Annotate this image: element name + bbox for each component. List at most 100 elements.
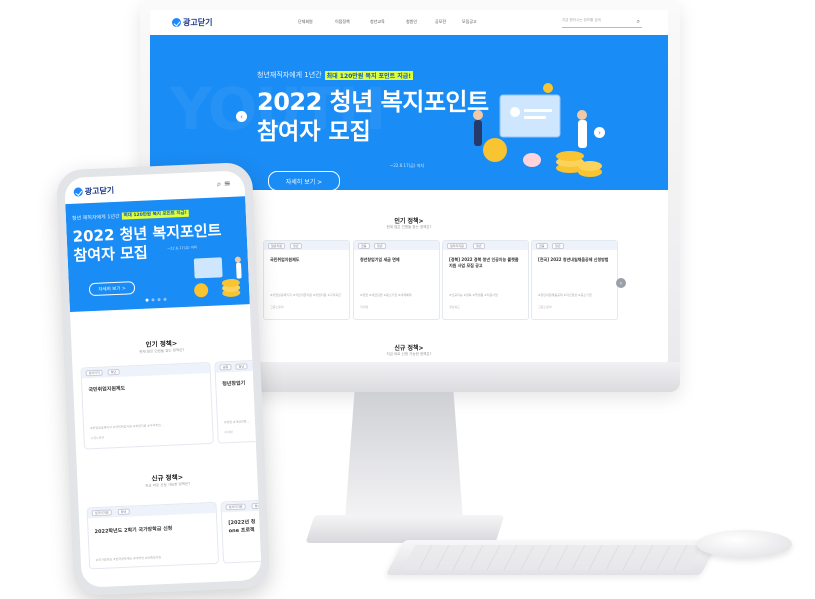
board-dot — [510, 107, 520, 117]
carousel-dot[interactable] — [157, 298, 161, 302]
keyboard — [385, 540, 720, 575]
card-title: [경북] 2022 경북 청년 인공지능 플랫폼 지원 사업 모집 공고 — [449, 257, 519, 268]
card-desc: #취업성공패키지 #국민취업지원 #취업지원 #구직촉진 — [270, 293, 341, 297]
hero-highlight: 최대 120만원 복지 포인트 지급! — [324, 70, 413, 80]
card-footer: 고용노동부 — [270, 305, 284, 309]
logo-check-icon — [73, 187, 83, 197]
piggy-bank-shape — [523, 153, 541, 167]
person-head — [234, 256, 241, 263]
hero-detail-button[interactable]: 자세히 보기 > — [268, 171, 340, 190]
search-placeholder: 지금 원하시는 정보를 검색 — [562, 18, 601, 22]
phone-policy-card[interactable]: 금융 청년 청년창업기 #창업 #세금감면 ... 국세청 — [214, 359, 262, 444]
phone-hero-detail-button[interactable]: 자세히 보기 > — [88, 281, 136, 297]
policy-card[interactable]: 금융 청년 [전국] 2022 청년내일채움공제 신청방법 #청년내일채움공제 … — [531, 240, 618, 320]
policy-card[interactable]: 일자리지원 청년 [경북] 2022 경북 청년 인공지능 플랫폼 지원 사업 … — [442, 240, 529, 320]
menu-icon[interactable]: ≡ — [224, 179, 231, 188]
carousel-dot[interactable] — [151, 298, 155, 302]
nav-item[interactable]: 공모전 — [435, 19, 446, 25]
coin-shape — [578, 161, 602, 171]
phone-hero-date: ~22.6.17(금) 까지 — [167, 245, 198, 251]
phone-new-policy-card[interactable]: 일자리지원 청년 [2022년 청 one 프로젝 — [220, 499, 262, 564]
phone-hero-title-line2: 참여자 모집 — [73, 243, 149, 265]
person-head — [473, 110, 483, 120]
phone-device: 광고닫기 ⌕ ≡ 청년 재직자에게 1년간 최대 120만원 복지 포인트 지급… — [55, 161, 271, 597]
phone-logo[interactable]: 광고닫기 — [73, 185, 115, 198]
person-figure — [578, 120, 587, 148]
card-footer: 고용노동부 — [538, 305, 552, 309]
nav-item[interactable]: 청년교육 — [370, 19, 385, 25]
carousel-dot[interactable] — [145, 298, 149, 302]
desktop-header: 광고닫기 단체회원 이점정책 청년교육 청원인 공모전 모집공고 지금 원하시는… — [150, 10, 668, 36]
card-footer: 국세청 — [360, 305, 369, 309]
nav-item[interactable]: 이점정책 — [335, 19, 350, 25]
logo-text: 광고닫기 — [84, 185, 115, 197]
card-desc: #청년내일채움공제 #자산형성 #중소기업 — [538, 293, 592, 297]
card-title: 청년창업기업 세금 면제 — [360, 257, 400, 262]
card-tag: 일자리지원 — [91, 509, 112, 517]
phone-header-icons: ⌕ ≡ — [217, 179, 231, 190]
policy-card[interactable]: 금융 청년 청년창업기업 세금 면제 #창업 #세금감면 #중소기업 #세제혜택… — [353, 240, 440, 320]
phone-carousel-dots[interactable] — [145, 297, 167, 302]
person-figure — [236, 262, 242, 279]
phone-hero-illustration — [193, 256, 242, 298]
coin-shape — [483, 138, 507, 162]
card-tag: 청년 — [473, 243, 485, 249]
keyboard-keys — [402, 545, 703, 570]
search-icon[interactable]: ⌕ — [217, 179, 222, 188]
search-input[interactable]: 지금 원하시는 정보를 검색 ⌕ — [562, 18, 642, 28]
card-tag: 청년 — [290, 243, 302, 249]
card-title: 국민취업지원제도 — [270, 257, 300, 262]
card-tag: 청년 — [374, 243, 386, 249]
nav-item[interactable]: 단체회원 — [298, 19, 313, 25]
phone-screen: 광고닫기 ⌕ ≡ 청년 재직자에게 1년간 최대 120만원 복지 포인트 지급… — [64, 170, 262, 588]
carousel-prev-icon[interactable]: ‹ — [236, 111, 247, 122]
desktop-logo[interactable]: 광고닫기 — [172, 17, 212, 28]
card-tag: 금융 — [219, 364, 232, 371]
carousel-dot[interactable] — [163, 297, 167, 301]
nav-item[interactable]: 모집공고 — [462, 19, 477, 25]
card-tag: 청년 — [117, 508, 130, 516]
board-line — [524, 116, 546, 119]
card-desc: #국가장학금 #한국장학재단 #대학생 #등록금지원 — [95, 555, 162, 563]
search-icon[interactable]: ⌕ — [637, 18, 640, 26]
phone-policy-card[interactable]: 일자리지 청년 국민취업지원제도 #취업성공패키지 #국민취업지원 #취업지원 … — [80, 361, 214, 450]
logo-check-icon — [172, 18, 181, 27]
coin-shape — [543, 83, 553, 93]
card-desc: #취업성공패키지 #국민취업지원 #취업지원 #구직촉진... — [89, 423, 164, 431]
phone-new-policy-card[interactable]: 일자리지원 청년 2022학년도 2학기 국가장학금 신청 #국가장학금 #한국… — [86, 501, 220, 570]
card-tag: 일자리지원 — [447, 243, 467, 249]
board-shape — [193, 257, 223, 279]
card-tag: 청년 — [235, 363, 248, 370]
card-title: 청년창업기 — [222, 380, 246, 388]
card-footer: 고용노동부 — [90, 435, 105, 441]
card-desc: #인공지능 #경북 #플랫폼 #지원사업 — [449, 293, 498, 297]
hero-subtext: 청년재직자에게 1년간 최대 120만원 복지 포인트 지급! — [257, 70, 413, 80]
phone-hero-highlight: 최대 120만원 복지 포인트 지급! — [121, 209, 189, 220]
nav-item[interactable]: 청원인 — [406, 19, 417, 25]
board-line — [524, 109, 552, 112]
card-title: 2022학년도 2학기 국가장학금 신청 — [94, 525, 173, 536]
card-footer: 국세청 — [224, 430, 233, 435]
card-title: one 프로젝 — [228, 527, 255, 535]
card-tag: 금융 — [358, 243, 370, 249]
hero-illustration — [473, 83, 602, 177]
card-title: [2022년 청 — [228, 519, 256, 527]
policy-card[interactable]: 일반지원 청년 국민취업지원제도 #취업성공패키지 #국민취업지원 #취업지원 … — [263, 240, 350, 320]
mouse — [697, 530, 792, 558]
coin-shape — [194, 283, 209, 298]
card-tag: 일반지원 — [268, 243, 286, 249]
monitor-stand — [345, 392, 463, 520]
card-tag: 일자리지원 — [225, 503, 246, 511]
card-tag: 청년 — [251, 502, 262, 510]
phone-hero-banner[interactable]: 청년 재직자에게 1년간 최대 120만원 복지 포인트 지급! 2022 청년… — [65, 196, 250, 312]
hero-date: ~22.6.17(금) 까지 — [390, 163, 425, 168]
monitor-stand-base — [305, 515, 505, 543]
card-footer: 경상북도 — [449, 305, 461, 309]
card-desc: #창업 #세금감면 #중소기업 #세제혜택 — [360, 293, 412, 297]
card-tag: 청년 — [552, 243, 564, 249]
cards-next-icon[interactable]: › — [616, 278, 626, 288]
card-title: [전국] 2022 청년내일채움공제 신청방법 — [538, 257, 609, 262]
coin-shape — [556, 151, 584, 161]
card-tag: 청년 — [107, 368, 120, 376]
card-tag: 일자리지 — [85, 369, 103, 377]
